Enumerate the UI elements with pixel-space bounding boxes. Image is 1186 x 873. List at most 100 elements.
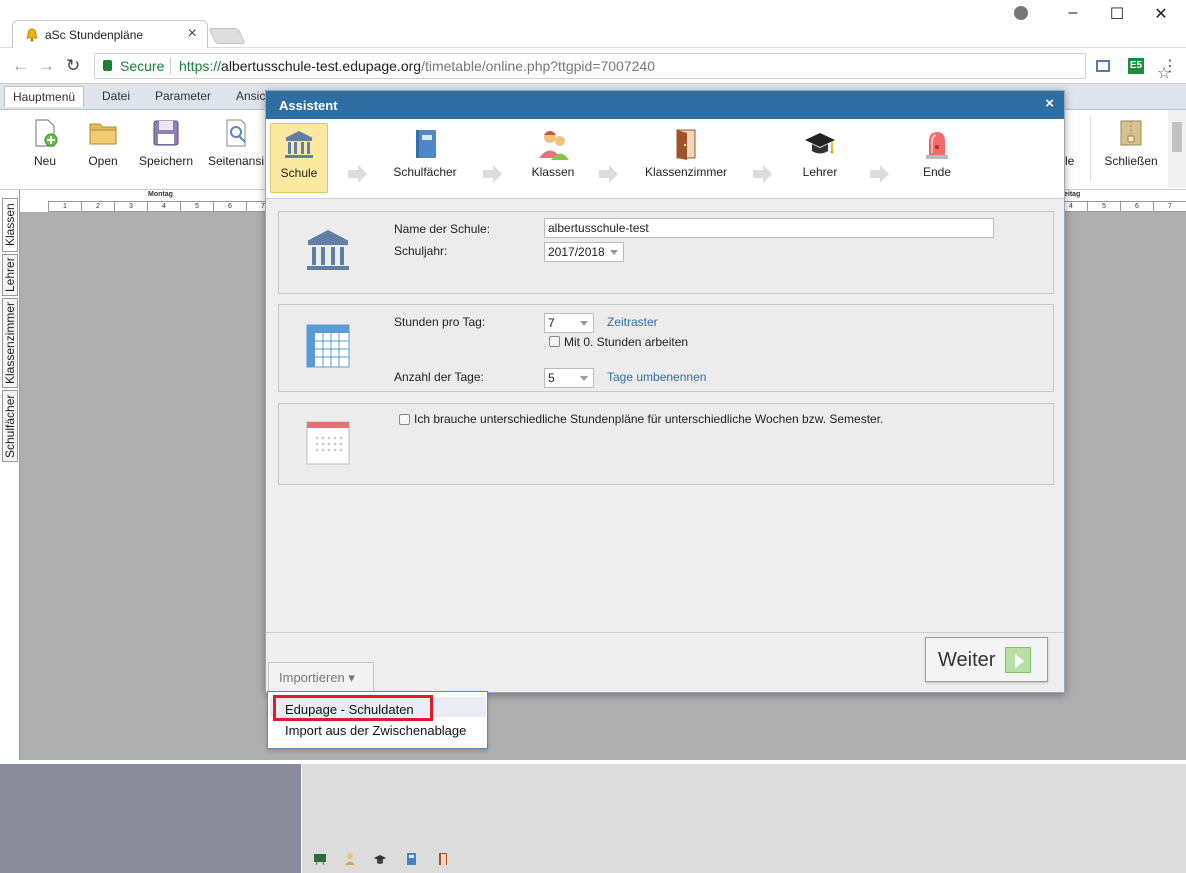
zero-lessons-label: Mit 0. Stunden arbeiten (564, 335, 689, 349)
open-button[interactable]: Open (71, 118, 135, 168)
arrow-right-icon (753, 165, 772, 183)
students-icon[interactable] (343, 852, 357, 866)
url-text: https://albertusschule-test.edupage.org/… (179, 58, 655, 74)
cast-extension-icon[interactable] (1096, 60, 1110, 72)
ribbon-divider (1090, 116, 1091, 182)
siren-light-icon (926, 132, 948, 159)
url-host: albertusschule-test.edupage.org (221, 58, 422, 74)
multi-week-checkbox[interactable] (399, 414, 410, 425)
day-label: Montag (148, 191, 173, 198)
browser-titlebar: aSc Stundenpläne × – ☐ ✕ (0, 0, 1186, 48)
lessons-per-day-label: Stunden pro Tag: (394, 315, 486, 329)
page-preview-icon (226, 119, 246, 147)
step-klassenzimmer[interactable]: Klassenzimmer (642, 123, 730, 193)
partial-ribbon-label: le (1065, 154, 1075, 168)
tab-hauptmenu[interactable]: Hauptmenü (4, 86, 85, 107)
back-icon[interactable]: ← (12, 56, 29, 76)
days-count-select[interactable]: 5 (544, 368, 594, 388)
extension-badge-icon[interactable]: E5 (1128, 58, 1144, 74)
days-count-value: 5 (548, 371, 555, 385)
side-tab-klassenzimmer[interactable]: Klassenzimmer (2, 298, 18, 388)
step-label: Schule (280, 166, 318, 180)
school-building-icon (307, 230, 349, 270)
import-button[interactable]: Importieren ▾ (268, 662, 374, 692)
side-tab-schulfaecher[interactable]: Schulfächer (2, 390, 18, 462)
school-year-value: 2017/2018 (548, 245, 605, 259)
maximize-icon[interactable]: ☐ (1094, 4, 1140, 24)
weeks-section: Ich brauche unterschiedliche Stundenplän… (278, 403, 1054, 485)
forward-icon[interactable]: → (38, 56, 55, 76)
url-path: /timetable/online.php?ttgpid=7007240 (421, 58, 655, 74)
zero-lessons-checkbox[interactable] (549, 336, 560, 347)
tab-parameter[interactable]: Parameter (155, 89, 211, 103)
dialog-header: Assistent × (266, 91, 1064, 119)
step-ende[interactable]: Ende (911, 123, 963, 193)
zip-archive-icon (1120, 120, 1142, 146)
lessons-per-day-select[interactable]: 7 (544, 313, 594, 333)
side-tab-lehrer[interactable]: Lehrer (2, 254, 18, 296)
url-separator (170, 58, 171, 74)
school-year-label: Schuljahr: (394, 244, 448, 258)
graduation-cap-icon[interactable] (373, 852, 387, 866)
multi-week-label: Ich brauche unterschiedliche Stundenplän… (414, 412, 884, 426)
next-button[interactable]: Weiter (925, 637, 1048, 682)
blackboard-icon[interactable] (313, 852, 327, 866)
browser-tab[interactable]: aSc Stundenpläne × (12, 20, 208, 48)
minimize-icon[interactable]: – (1050, 4, 1096, 22)
close-app-button[interactable]: Schließen (1099, 118, 1163, 168)
open-label: Open (88, 154, 118, 168)
footer-divider (266, 632, 1064, 633)
period-cell: 6 (1120, 201, 1153, 212)
zeitraster-link[interactable]: Zeitraster (607, 315, 658, 329)
step-label: Schulfächer (393, 165, 457, 179)
highlight-annotation (273, 695, 433, 721)
step-label: Ende (922, 165, 952, 179)
door-icon[interactable] (436, 852, 450, 866)
secure-label: Secure (120, 58, 165, 74)
url-field[interactable]: Secure https://albertusschule-test.edupa… (94, 53, 1171, 82)
save-button[interactable]: Speichern (134, 118, 198, 168)
chevron-down-icon (610, 250, 618, 255)
book-icon[interactable] (404, 852, 418, 866)
step-klassen[interactable]: Klassen (524, 123, 582, 193)
bottom-left-panel (0, 762, 301, 873)
bottom-right-panel (302, 762, 1186, 873)
period-cell: 5 (1087, 201, 1120, 212)
school-name-label: Name der Schule: (394, 222, 491, 236)
page-preview-label: Seitenansi (207, 154, 265, 168)
tab-ansicht[interactable]: Ansic (236, 89, 265, 103)
assistant-dialog: Assistent × Schule Schulfächer Klassen K… (265, 90, 1065, 693)
ribbon-scrollbar[interactable] (1168, 110, 1186, 188)
account-icon[interactable] (1014, 6, 1028, 20)
page-preview-button[interactable]: Seitenansi (204, 118, 268, 168)
rename-days-link[interactable]: Tage umbenennen (607, 370, 706, 384)
step-label: Klassenzimmer (644, 165, 728, 179)
school-section: Name der Schule: albertusschule-test Sch… (278, 211, 1054, 294)
students-icon (539, 131, 569, 160)
new-button[interactable]: Neu (13, 118, 77, 168)
lessons-per-day-value: 7 (548, 316, 555, 330)
window-close-icon[interactable]: ✕ (1138, 4, 1184, 24)
school-year-select[interactable]: 2017/2018 (544, 242, 624, 262)
step-schule[interactable]: Schule (270, 123, 328, 193)
floppy-disk-icon (153, 120, 179, 146)
school-building-icon (285, 131, 313, 158)
scroll-thumb[interactable] (1172, 122, 1182, 152)
tab-datei[interactable]: Datei (102, 89, 130, 103)
dialog-close-icon[interactable]: × (1045, 95, 1054, 112)
browser-menu-icon[interactable]: ⋮ (1162, 56, 1178, 76)
new-tab-button[interactable] (208, 28, 246, 44)
step-lehrer[interactable]: Lehrer (793, 123, 847, 193)
grid-table-icon (306, 324, 350, 368)
address-bar-row: ← → ↻ Secure https://albertusschule-test… (0, 48, 1186, 84)
period-cell: 1 (48, 201, 81, 212)
reload-icon[interactable]: ↻ (66, 56, 80, 76)
period-cell: 4 (147, 201, 180, 212)
tab-close-icon[interactable]: × (188, 25, 197, 43)
menu-item-clipboard[interactable]: Import aus der Zwischenablage (285, 723, 466, 738)
save-label: Speichern (138, 154, 194, 168)
school-name-input[interactable]: albertusschule-test (544, 218, 994, 238)
step-schulfaecher[interactable]: Schulfächer (392, 123, 458, 193)
book-icon (416, 130, 436, 158)
side-tab-klassen[interactable]: Klassen (2, 198, 18, 252)
